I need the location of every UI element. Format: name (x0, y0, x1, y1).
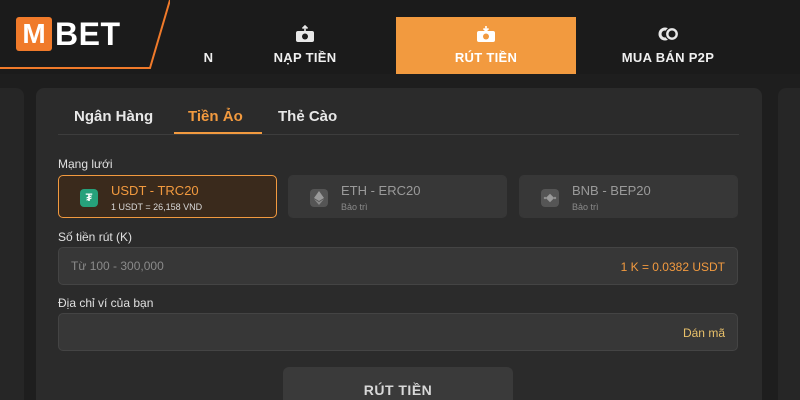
side-panel-left (0, 88, 24, 400)
withdraw-icon (477, 26, 495, 42)
withdraw-submit-button[interactable]: RÚT TIỀN (283, 367, 513, 400)
bnb-icon (541, 189, 559, 207)
network-name: USDT - TRC20 (111, 183, 199, 198)
network-name: ETH - ERC20 (341, 183, 421, 198)
subtab-bank[interactable]: Ngân Hàng (74, 108, 153, 125)
amount-label: Số tiền rút (K) (58, 230, 133, 244)
wallet-label: Địa chỉ ví của bạn (58, 296, 154, 310)
conversion-rate: 1 K = 0.0382 USDT (620, 260, 725, 274)
nav-tab-p2p[interactable]: MUA BÁN P2P (598, 17, 738, 74)
subtab-crypto[interactable]: Tiền Ảo (188, 108, 243, 125)
nav-tab-label: NẠP TIỀN (273, 50, 337, 65)
nav-tab-label: RÚT TIỀN (454, 50, 518, 65)
network-status: Bảo trì (572, 202, 599, 212)
network-option-usdt[interactable]: ₮ USDT - TRC20 1 USDT = 26,158 VND (58, 175, 277, 218)
network-name: BNB - BEP20 (572, 183, 651, 198)
withdraw-panel: Ngân Hàng Tiền Ảo Thẻ Cào Mạng lưới ₮ US… (36, 88, 762, 400)
ethereum-icon (310, 189, 328, 207)
active-tab-indicator (174, 132, 262, 134)
network-option-eth[interactable]: ETH - ERC20 Bảo trì (288, 175, 507, 218)
logo-mark: M (16, 17, 52, 51)
paste-button[interactable]: Dán mã (683, 326, 725, 340)
nav-tab-deposit[interactable]: NẠP TIỀN (240, 17, 370, 74)
wallet-field: Dán mã (58, 313, 738, 351)
subtab-card[interactable]: Thẻ Cào (278, 108, 337, 125)
payment-method-tabs: Ngân Hàng Tiền Ảo Thẻ Cào (58, 88, 739, 135)
tether-icon: ₮ (80, 189, 98, 207)
side-panel-right (778, 88, 800, 400)
brand-logo[interactable]: M BET (0, 0, 170, 70)
network-option-bnb[interactable]: BNB - BEP20 Bảo trì (519, 175, 738, 218)
amount-field: 1 K = 0.0382 USDT (58, 247, 738, 285)
wallet-address-input[interactable] (59, 314, 737, 350)
deposit-icon (296, 25, 314, 42)
nav-tab-withdraw[interactable]: RÚT TIỀN (396, 17, 576, 74)
network-rate: 1 USDT = 26,158 VND (111, 202, 203, 212)
network-status: Bảo trì (341, 202, 368, 212)
coins-icon (658, 26, 679, 42)
logo-text: BET (55, 16, 121, 52)
nav-tab-label: MUA BÁN P2P (621, 50, 715, 65)
network-label: Mạng lưới (58, 157, 113, 171)
